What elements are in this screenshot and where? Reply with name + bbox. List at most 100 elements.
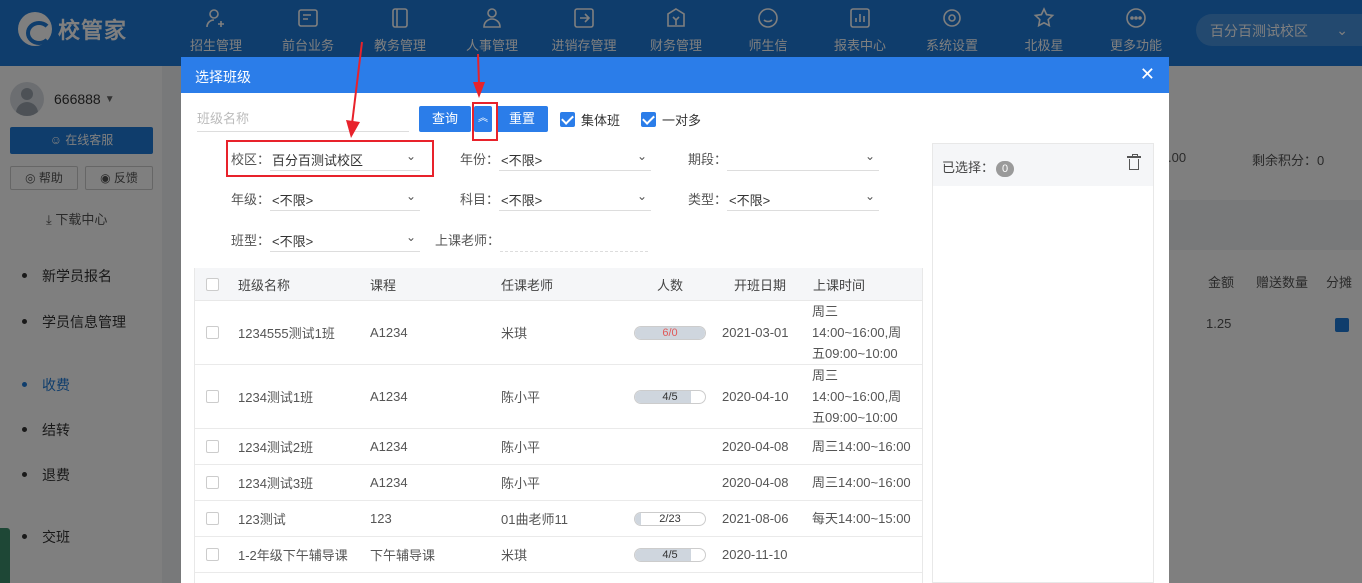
table-row[interactable]: 1234555测试1班 A1234 米琪 6/0 2021-03-01 周三14:00~1… (195, 301, 922, 365)
select-class-dialog: 选择班级 ✕ 查询 ︽ 重置 集体班 一对多 校区： 百分百测试校区 ⌄ 年份：… (181, 57, 1169, 583)
type-filter: 类型： <不限> ⌄ (688, 185, 880, 211)
cell-class-name: 1-2年级下午辅导课 (238, 573, 362, 583)
header-course: 课程 (370, 277, 397, 293)
header-schedule: 上课时间 (813, 277, 866, 293)
grade-select[interactable]: <不限> ⌄ (270, 185, 421, 211)
enrollment-count: 2/23 (659, 512, 681, 525)
cell-start-date: 2020-04-08 (722, 439, 789, 454)
cell-class-name: 1-2年级下午辅导课 (238, 548, 348, 563)
row-checkbox[interactable] (206, 326, 219, 339)
select-all-cell (206, 268, 219, 300)
table-header: 班级名称 课程 任课老师 人数 开班日期 上课时间 (195, 268, 922, 301)
one-to-many-checkbox[interactable]: 一对多 (641, 110, 701, 129)
cell-schedule: 周三14:00~16:00,周五09:00~10:00 (812, 368, 902, 425)
table-row[interactable]: 1-2年级下午辅导课 周六日09:00~10: (195, 573, 922, 583)
cell-course: 下午辅导课 (370, 548, 436, 563)
table-body: 1234555测试1班 A1234 米琪 6/0 2021-03-01 周三14:00~1… (195, 301, 922, 583)
cell-schedule: 周六日09:00~10: (812, 573, 912, 583)
class-type-select[interactable]: <不限> ⌄ (270, 226, 421, 252)
row-checkbox[interactable] (206, 440, 219, 453)
cell-class-name: 1234测试1班 (238, 390, 314, 405)
enrollment-count: 6/0 (662, 326, 678, 339)
cell-start-date: 2020-04-08 (722, 475, 789, 490)
header-count: 人数 (657, 277, 684, 293)
chevron-down-icon: ⌄ (864, 149, 876, 163)
subject-filter: 科目： <不限> ⌄ (460, 185, 652, 211)
row-checkbox[interactable] (206, 512, 219, 525)
cell-schedule: 周三14:00~16:00 (812, 475, 911, 490)
table-row[interactable]: 1234测试3班 A1234 陈小平 2020-04-08 周三14:00~16:00 (195, 465, 922, 501)
enrollment-progress: 4/5 (634, 547, 706, 562)
teacher-filter: 上课老师： (435, 226, 649, 252)
header-teacher: 任课老师 (501, 277, 554, 293)
term-select[interactable]: ⌄ (727, 145, 880, 171)
cell-teacher: 米琪 (501, 326, 528, 341)
chevron-down-icon: ⌄ (405, 189, 417, 203)
selected-header: 已选择： 0 (933, 144, 1153, 186)
row-checkbox[interactable] (206, 548, 219, 561)
term-filter: 期段： ⌄ (688, 145, 880, 171)
row-checkbox-cell (206, 537, 219, 572)
year-select[interactable]: <不限> ⌄ (499, 145, 652, 171)
dialog-header: 选择班级 ✕ (181, 57, 1169, 93)
row-checkbox[interactable] (206, 476, 219, 489)
cell-class-name: 1234555测试1班 (238, 326, 335, 341)
cell-schedule: 每天14:00~15:00 (812, 511, 911, 526)
trash-icon[interactable] (1127, 154, 1141, 170)
table-row[interactable]: 123测试 123 01曲老师11 2/23 2021-08-06 每天14:00~15:… (195, 501, 922, 537)
cell-course: A1234 (370, 325, 408, 340)
annotation-arrow-toggle (473, 53, 485, 98)
row-checkbox-cell (206, 429, 219, 464)
group-class-checkbox[interactable]: 集体班 (560, 110, 620, 129)
checkbox-checked-icon (641, 112, 656, 127)
teacher-input[interactable] (500, 226, 649, 252)
class-table: 班级名称 课程 任课老师 人数 开班日期 上课时间 1234555测试1班 A12… (194, 268, 923, 583)
cell-teacher: 米琪 (501, 548, 528, 563)
chevron-down-icon: ⌄ (636, 189, 648, 203)
grade-filter: 年级： <不限> ⌄ (231, 185, 421, 211)
cell-teacher: 01曲老师11 (501, 512, 568, 527)
class-type-filter: 班型： <不限> ⌄ (231, 226, 421, 252)
cell-start-date: 2020-04-10 (722, 389, 789, 404)
cell-course: A1234 (370, 439, 408, 454)
reset-button[interactable]: 重置 (496, 106, 548, 132)
year-filter: 年份： <不限> ⌄ (460, 145, 652, 171)
selected-count-badge: 0 (996, 161, 1015, 177)
close-icon[interactable]: ✕ (1140, 65, 1155, 83)
chevron-down-icon: ⌄ (636, 149, 648, 163)
cell-count: 2/23 (634, 501, 706, 536)
row-checkbox[interactable] (206, 390, 219, 403)
cell-count: 4/5 (634, 365, 706, 428)
row-checkbox-cell (206, 465, 219, 500)
row-checkbox-cell (206, 501, 219, 536)
cell-class-name: 1234测试2班 (238, 440, 314, 455)
cell-schedule (812, 537, 912, 572)
header-start-date: 开班日期 (734, 277, 787, 293)
cell-start-date: 2021-08-06 (722, 511, 789, 526)
table-row[interactable]: 1234测试1班 A1234 陈小平 4/5 2020-04-10 周三14:00~16:… (195, 365, 922, 429)
cell-course: A1234 (370, 389, 408, 404)
enrollment-progress: 2/23 (634, 511, 706, 526)
row-checkbox-cell (206, 365, 219, 428)
row-checkbox-cell (206, 301, 219, 364)
row-checkbox-cell (206, 573, 219, 583)
table-row[interactable]: 1-2年级下午辅导课 下午辅导课 米琪 4/5 2020-11-10 (195, 537, 922, 573)
cell-teacher: 陈小平 (501, 440, 541, 455)
query-button[interactable]: 查询 (419, 106, 471, 132)
table-row[interactable]: 1234测试2班 A1234 陈小平 2020-04-08 周三14:00~16:00 (195, 429, 922, 465)
cell-class-name: 123测试 (238, 512, 286, 527)
enrollment-progress: 4/5 (634, 389, 706, 404)
cell-teacher: 陈小平 (501, 476, 541, 491)
select-all-checkbox[interactable] (206, 277, 219, 291)
cell-class-name: 1234测试3班 (238, 476, 314, 491)
cell-start-date: 2020-11-10 (722, 547, 788, 562)
subject-select[interactable]: <不限> ⌄ (499, 185, 652, 211)
type-select[interactable]: <不限> ⌄ (727, 185, 880, 211)
enrollment-progress: 6/0 (634, 325, 706, 340)
cell-course: 123 (370, 511, 392, 526)
chevron-down-icon: ⌄ (864, 189, 876, 203)
cell-start-date: 2021-03-01 (722, 325, 789, 340)
class-name-input[interactable] (197, 106, 409, 132)
annotation-arrow-campus (346, 41, 363, 138)
annotation-box-campus (226, 140, 434, 177)
